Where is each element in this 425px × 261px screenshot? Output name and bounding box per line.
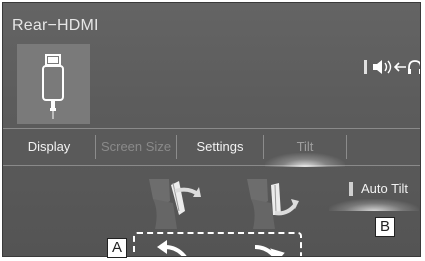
hdmi-connector-icon bbox=[42, 54, 64, 119]
rear-hdmi-screen: Rear−HDMI Display Screen Size Settings T… bbox=[2, 2, 421, 257]
rotate-right-arrow-icon[interactable] bbox=[251, 239, 287, 257]
speaker-to-headphones-icon bbox=[373, 60, 420, 74]
screen-title: Rear−HDMI bbox=[12, 17, 99, 34]
selected-tab-glow bbox=[265, 153, 345, 167]
tab-settings[interactable]: Settings bbox=[177, 129, 263, 165]
callout-label-b: B bbox=[375, 217, 395, 237]
audio-indicator-bar bbox=[364, 60, 367, 74]
tab-divider bbox=[346, 135, 347, 159]
rotate-left-arrow-icon[interactable] bbox=[153, 239, 189, 257]
hdmi-source-button[interactable] bbox=[17, 44, 90, 124]
auto-tilt-label: Auto Tilt bbox=[361, 181, 408, 196]
auto-tilt-button[interactable]: Auto Tilt bbox=[349, 181, 408, 196]
callout-label-a: A bbox=[107, 238, 127, 258]
tab-display[interactable]: Display bbox=[3, 129, 95, 165]
auto-tilt-glow bbox=[329, 199, 419, 211]
seat-tilt-back-icon[interactable] bbox=[143, 171, 209, 231]
auto-tilt-indicator bbox=[349, 181, 353, 196]
tab-bar: Display Screen Size Settings Tilt bbox=[3, 128, 420, 167]
audio-output-indicator[interactable] bbox=[364, 59, 420, 75]
tab-screen-size[interactable]: Screen Size bbox=[96, 129, 176, 165]
seat-tilt-forward-icon[interactable] bbox=[241, 171, 307, 231]
